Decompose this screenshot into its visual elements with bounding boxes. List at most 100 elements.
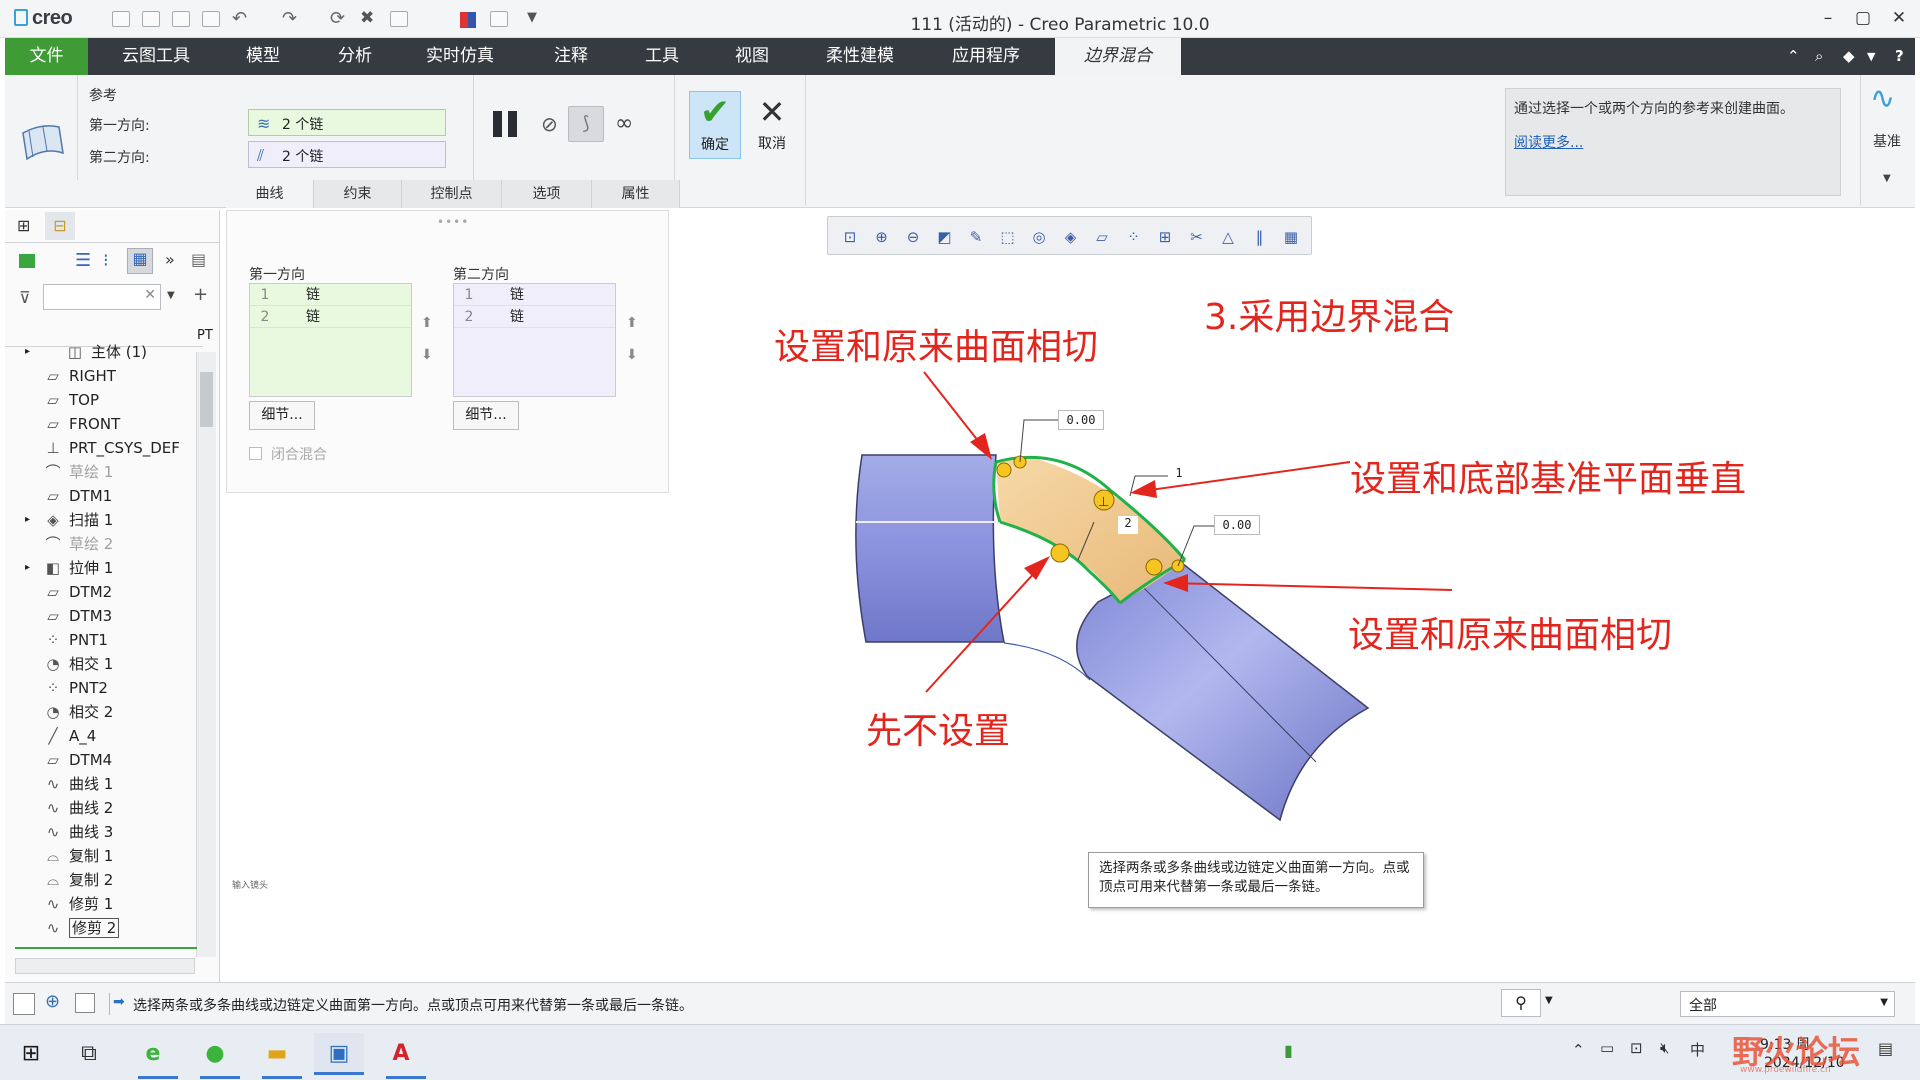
move-down-icon[interactable]: ⬇: [421, 347, 433, 363]
tree-item[interactable]: ▱ DTM1: [5, 484, 195, 508]
wechat-app-icon[interactable]: ●: [190, 1033, 240, 1075]
tab-file[interactable]: 文件: [5, 38, 88, 75]
first-details-button[interactable]: 细节...: [249, 401, 315, 430]
collapse-ribbon-icon[interactable]: ⌃: [1787, 47, 1800, 65]
expand-arrow-icon[interactable]: ▸: [25, 344, 30, 364]
pause-icon[interactable]: ‖: [1250, 227, 1270, 247]
list-item[interactable]: 1链: [454, 284, 615, 306]
tree-settings-icon[interactable]: ▦: [127, 248, 153, 274]
task-view-icon[interactable]: ⧉: [64, 1033, 114, 1075]
tree-item[interactable]: ∿ 曲线 2: [5, 796, 195, 820]
repaint-icon[interactable]: ◩: [935, 227, 955, 247]
cancel-button[interactable]: ✕ 取消: [747, 91, 797, 159]
free-constraint-marker[interactable]: [1050, 543, 1070, 563]
browser-toggle-icon[interactable]: ⊕: [45, 991, 60, 1012]
volume-icon[interactable]: 🔇︎: [1660, 1039, 1669, 1057]
left-cylinder-surface[interactable]: [855, 454, 1005, 643]
add-filter-icon[interactable]: +: [193, 284, 208, 305]
preview-geometry-icon[interactable]: ⟆: [568, 106, 604, 142]
cut-icon[interactable]: ✂: [1187, 227, 1207, 247]
tangent-constraint-marker[interactable]: [1145, 558, 1163, 576]
file-explorer-icon[interactable]: ▬: [252, 1033, 302, 1075]
tab-view[interactable]: 视图: [707, 38, 797, 75]
subtab-options[interactable]: 选项: [502, 180, 592, 208]
tree-search-input[interactable]: ✕: [43, 284, 161, 310]
tree-item[interactable]: ⁘ PNT1: [5, 628, 195, 652]
second-direction-list[interactable]: 1链 2链: [453, 283, 616, 397]
tree-item[interactable]: ▸ ◫ 主体 (1): [5, 344, 195, 364]
tree-list-icon[interactable]: ☰: [75, 250, 91, 271]
tab-flexible-modeling[interactable]: 柔性建模: [805, 38, 915, 75]
spin-center-icon[interactable]: ⊞: [1155, 227, 1175, 247]
tree-columns-icon[interactable]: ⁝: [103, 250, 109, 271]
tree-item[interactable]: ▱ FRONT: [5, 412, 195, 436]
maximize-button[interactable]: ▢: [1848, 8, 1878, 28]
input-method-icon[interactable]: 中: [1690, 1039, 1705, 1060]
view-manager-icon[interactable]: ◎: [1029, 227, 1049, 247]
tree-item[interactable]: ◔ 相交 1: [5, 652, 195, 676]
tab-cloud-tools[interactable]: 云图工具: [101, 38, 211, 75]
subtab-properties[interactable]: 属性: [592, 180, 680, 208]
browser-app-icon[interactable]: e: [128, 1033, 178, 1075]
tree-item[interactable]: ∿ 曲线 1: [5, 772, 195, 796]
tab-model[interactable]: 模型: [217, 38, 309, 75]
subtab-curves[interactable]: 曲线: [226, 180, 314, 208]
move-down-icon[interactable]: ⬇: [626, 347, 638, 363]
datum-label[interactable]: 基准: [1873, 131, 1901, 151]
minimize-button[interactable]: –: [1813, 8, 1843, 28]
tree-item[interactable]: ∿ 修剪 2: [5, 916, 195, 940]
second-details-button[interactable]: 细节...: [453, 401, 519, 430]
model-tree-tab-icon[interactable]: ⊞: [17, 216, 30, 235]
folder-browser-tab-icon[interactable]: ⊟: [45, 212, 75, 240]
list-item[interactable]: 2链: [454, 306, 615, 328]
tree-item[interactable]: ⁘ PNT2: [5, 676, 195, 700]
creo-taskbar-icon[interactable]: ▣: [314, 1033, 364, 1075]
selection-filter-select[interactable]: 全部 ▼: [1680, 991, 1895, 1017]
notification-icon[interactable]: ▤: [1878, 1039, 1893, 1058]
verify-preview-icon[interactable]: ∞: [615, 111, 633, 136]
subtab-constraints[interactable]: 约束: [314, 180, 402, 208]
refit-icon[interactable]: ⊡: [840, 227, 860, 247]
fullscreen-icon[interactable]: [75, 993, 95, 1013]
shading-icon[interactable]: ✎: [966, 227, 986, 247]
tree-item[interactable]: ◔ 相交 2: [5, 700, 195, 724]
tree-item[interactable]: ⌓ 复制 2: [5, 868, 195, 892]
dimension-value[interactable]: 1: [1168, 466, 1190, 484]
read-more-link[interactable]: 阅读更多...: [1514, 135, 1583, 151]
tree-item[interactable]: ▱ RIGHT: [5, 364, 195, 388]
clear-search-icon[interactable]: ✕: [144, 287, 156, 303]
tree-item[interactable]: ▸ ◧ 拉伸 1: [5, 556, 195, 580]
pause-icon[interactable]: [493, 111, 502, 137]
tree-item[interactable]: ⊥ PRT_CSYS_DEF: [5, 436, 195, 460]
tab-tools[interactable]: 工具: [617, 38, 707, 75]
tree-item[interactable]: ▱ DTM4: [5, 748, 195, 772]
datum-display-icon[interactable]: ▱: [1092, 227, 1112, 247]
tree-item[interactable]: ▱ DTM3: [5, 604, 195, 628]
first-direction-list[interactable]: 1链 2链: [249, 283, 412, 397]
help-icon[interactable]: ?: [1895, 47, 1904, 65]
tab-annotate[interactable]: 注释: [520, 38, 622, 75]
options-dropdown-icon[interactable]: ▼: [1867, 50, 1875, 63]
tree-item[interactable]: ⌒ 草绘 1: [5, 460, 195, 484]
tab-live-simulation[interactable]: 实时仿真: [405, 38, 515, 75]
tab-boundary-blend[interactable]: 边界混合: [1055, 38, 1181, 75]
tree-item[interactable]: ∿ 修剪 1: [5, 892, 195, 916]
notes-icon[interactable]: ▤: [191, 250, 206, 269]
filter-icon[interactable]: ⊽: [19, 288, 31, 307]
show-icon[interactable]: [19, 254, 35, 268]
panel-grip[interactable]: ••••: [437, 215, 469, 229]
network-icon[interactable]: ⊡: [1630, 1039, 1643, 1057]
tray-app-icon[interactable]: ▮: [1284, 1041, 1293, 1060]
subtab-control-points[interactable]: 控制点: [402, 180, 502, 208]
zoom-out-icon[interactable]: ⊖: [903, 227, 923, 247]
tree-item[interactable]: ▱ TOP: [5, 388, 195, 412]
tree-item[interactable]: ∿ 曲线 3: [5, 820, 195, 844]
tangent-constraint-marker[interactable]: [996, 462, 1012, 478]
zoom-in-icon[interactable]: ⊕: [872, 227, 892, 247]
tree-scrollbar[interactable]: [196, 352, 216, 957]
display-style-icon[interactable]: ◈: [1061, 227, 1081, 247]
no-preview-icon[interactable]: ⊘: [541, 112, 558, 136]
more-icon[interactable]: »: [165, 250, 175, 269]
windows-start-icon[interactable]: ⊞: [6, 1033, 56, 1075]
scrollbar-thumb[interactable]: [200, 372, 213, 427]
